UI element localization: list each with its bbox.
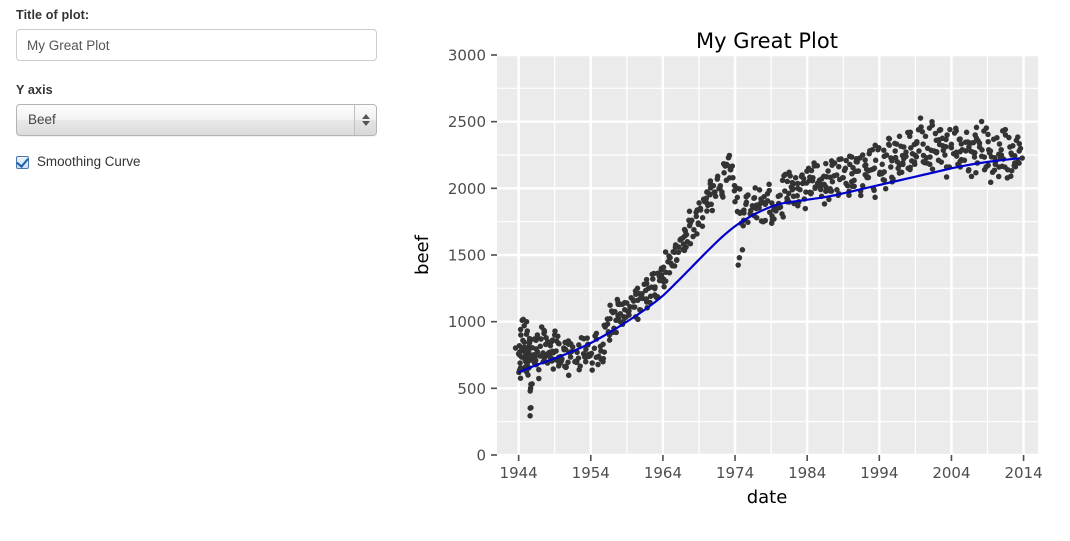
- smoothing-curve-label: Smoothing Curve: [37, 154, 141, 169]
- y-tick-label: 1500: [448, 247, 486, 265]
- plot-title: My Great Plot: [696, 29, 838, 53]
- y-axis-label: Y axis: [16, 83, 53, 97]
- scatter-plot-svg: My Great Plot 0 500 1000 1500 2000 2500 3000 1…: [412, 29, 1043, 508]
- chevron-up-icon: [361, 114, 370, 119]
- control-panel: Title of plot: Y axis Beef Smoothing Cur…: [16, 6, 394, 171]
- x-axis-title: date: [747, 487, 788, 508]
- y-axis-select[interactable]: Beef: [16, 104, 377, 136]
- shiny-app-root: Title of plot: Y axis Beef Smoothing Cur…: [0, 0, 1070, 541]
- plot-title-input[interactable]: [16, 29, 377, 61]
- y-tick-label: 2000: [448, 180, 486, 198]
- x-axis-ticks: 1944 1954 1964 1974 1984 1994 2004 2014: [500, 455, 1043, 482]
- chevron-down-icon: [361, 121, 370, 126]
- x-tick-label: 2014: [1004, 464, 1042, 482]
- smoothing-curve-checkbox[interactable]: [16, 154, 29, 169]
- x-tick-label: 1994: [860, 464, 898, 482]
- plot-output: My Great Plot 0 500 1000 1500 2000 2500 3000 1…: [404, 0, 1070, 541]
- y-tick-label: 2500: [448, 113, 486, 131]
- y-tick-label: 1000: [448, 313, 486, 331]
- y-axis-select-value: Beef: [28, 112, 56, 127]
- x-tick-label: 1984: [788, 464, 826, 482]
- x-tick-label: 1954: [572, 464, 610, 482]
- x-tick-label: 1974: [716, 464, 754, 482]
- x-tick-label: 1944: [500, 464, 538, 482]
- x-tick-label: 1964: [644, 464, 682, 482]
- x-tick-label: 2004: [932, 464, 970, 482]
- y-axis-ticks: 0 500 1000 1500 2000 2500 3000: [448, 47, 497, 465]
- y-tick-label: 3000: [448, 47, 486, 65]
- y-axis-title: beef: [412, 234, 433, 275]
- check-icon: [16, 154, 29, 168]
- y-tick-label: 0: [476, 447, 486, 465]
- y-tick-label: 500: [457, 380, 486, 398]
- title-of-plot-label: Title of plot:: [16, 8, 90, 22]
- smoothing-curve-row[interactable]: Smoothing Curve: [16, 153, 394, 171]
- select-spinner[interactable]: [354, 105, 376, 135]
